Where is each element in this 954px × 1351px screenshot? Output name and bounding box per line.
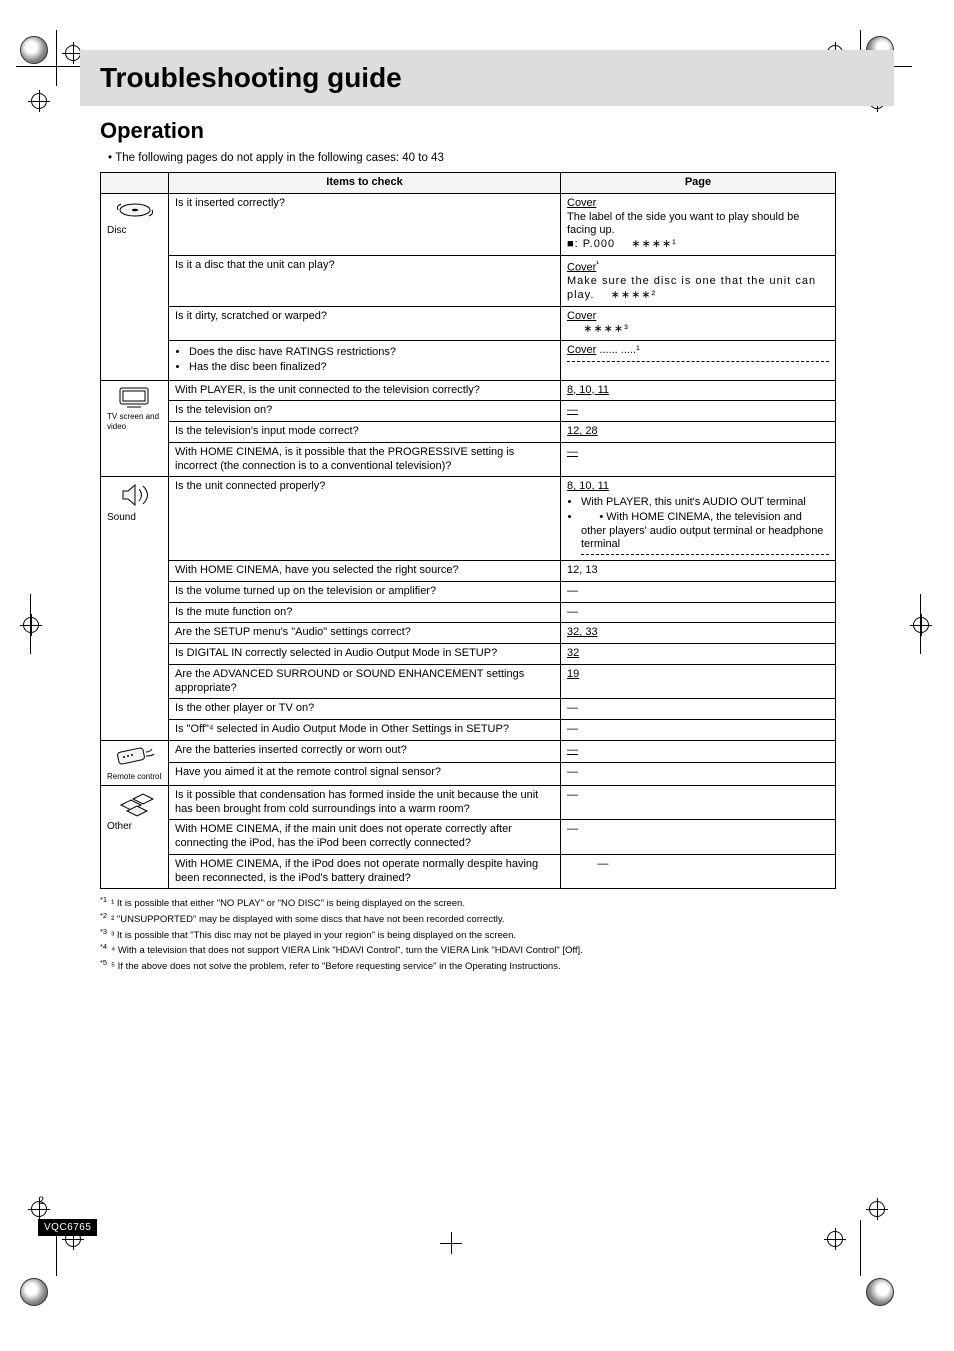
category-sound-label: Sound [107, 512, 162, 525]
hairline-tl-h [16, 66, 86, 67]
section-subtitle: Operation [100, 118, 874, 144]
footnote-text: ⁵ If the above does not solve the proble… [111, 961, 561, 972]
col-header-page: Page [561, 173, 836, 194]
hairline-tl-v [56, 30, 57, 86]
table-cell-page: — [561, 820, 836, 855]
reg-mark-tl2 [28, 90, 50, 112]
table-cell-page: Cover ...... .....¹ [561, 341, 836, 381]
lead-note-text: The following pages do not apply in the … [115, 152, 444, 164]
table-cell-page: 32 [561, 644, 836, 665]
table-cell-page: — [561, 442, 836, 477]
sheet-label: VQC6765 [38, 1219, 97, 1236]
table-cell-page: 32, 33 [561, 623, 836, 644]
category-tv-label: TV screen and video [107, 412, 162, 432]
category-disc-label: Disc [107, 225, 162, 238]
table-cell-item: With HOME CINEMA, if the main unit does … [169, 820, 561, 855]
troubleshooting-table: Items to check Page Disc Is it inserted … [100, 172, 836, 889]
table-cell-page: — [561, 720, 836, 741]
category-remote-cell: Remote control [101, 740, 169, 785]
table-cell-page: — [561, 854, 836, 889]
table-cell-page: — [561, 602, 836, 623]
table-cell-page: Cover The label of the side you want to … [561, 193, 836, 255]
table-cell-page: 12, 13 [561, 561, 836, 582]
table-cell-item: Are the batteries inserted correctly or … [169, 740, 561, 763]
table-cell-item: Are the SETUP menu's "Audio" settings co… [169, 623, 561, 644]
page-number: 2 [38, 1195, 44, 1207]
category-other-cell: Other [101, 785, 169, 889]
print-corner-tl [20, 36, 48, 64]
table-cell-item: Is the other player or TV on? [169, 699, 561, 720]
table-cell-page: Cover¹ Make sure the disc is one that th… [561, 255, 836, 306]
table-cell-item: Is the mute function on? [169, 602, 561, 623]
table-cell-page: — [561, 401, 836, 422]
table-cell-item: Is it a disc that the unit can play? [169, 255, 561, 306]
table-cell-page: 8, 10, 11 [561, 380, 836, 401]
table-cell-item: Is it possible that condensation has for… [169, 785, 561, 820]
list-item: Has the disc been finalized? [189, 361, 554, 375]
reg-mark-ml [20, 614, 42, 636]
category-other-label: Other [107, 821, 162, 834]
tv-icon [115, 384, 155, 410]
remote-icon [114, 744, 156, 770]
table-cell-item: Is the unit connected properly? [169, 477, 561, 561]
table-cell-item: With PLAYER, is the unit connected to th… [169, 380, 561, 401]
table-cell-page: — [561, 763, 836, 786]
table-cell-item: Is the television on? [169, 401, 561, 422]
table-cell-page: — [561, 740, 836, 763]
reg-mark-mr [910, 614, 932, 636]
footnote-text: ⁴ With a television that does not suppor… [111, 945, 583, 956]
footnote-text: ¹ It is possible that either "NO PLAY" o… [111, 899, 465, 910]
list-item: • With HOME CINEMA, the television and o… [581, 511, 829, 555]
table-cell-item: Is "Off"⁴ selected in Audio Output Mode … [169, 720, 561, 741]
footnotes: *1¹ It is possible that either "NO PLAY"… [100, 895, 874, 972]
blocks-icon [115, 789, 155, 819]
table-cell-page: 12, 28 [561, 422, 836, 443]
table-cell-item: Is the television's input mode correct? [169, 422, 561, 443]
hairline-mr [920, 594, 921, 654]
table-cell-item: Is it dirty, scratched or warped? [169, 306, 561, 341]
table-cell-item: Have you aimed it at the remote control … [169, 763, 561, 786]
category-disc-cell: Disc [101, 193, 169, 380]
table-cell-page: 8, 10, 11 With PLAYER, this unit's AUDIO… [561, 477, 836, 561]
table-cell-item: Is it inserted correctly? [169, 193, 561, 255]
footnote-text: ² "UNSUPPORTED" may be displayed with so… [111, 914, 504, 925]
table-cell-item: Are the ADVANCED SURROUND or SOUND ENHAN… [169, 664, 561, 699]
table-cell-item: Is DIGITAL IN correctly selected in Audi… [169, 644, 561, 665]
table-cell-item: Is the volume turned up on the televisio… [169, 581, 561, 602]
category-remote-label: Remote control [107, 772, 162, 782]
print-corner-br [866, 1278, 894, 1306]
table-cell-item: With HOME CINEMA, have you selected the … [169, 561, 561, 582]
table-cell-page: — [561, 785, 836, 820]
table-cell-page: Cover ∗∗∗∗³ [561, 306, 836, 341]
list-item: With PLAYER, this unit's AUDIO OUT termi… [581, 496, 829, 510]
footnote-text: ³ It is possible that "This disc may not… [111, 930, 516, 941]
table-cell-item: Does the disc have RATINGS restrictions?… [169, 341, 561, 381]
title-bar: Troubleshooting guide [80, 50, 894, 106]
table-cell-page: — [561, 699, 836, 720]
col-header-blank [101, 173, 169, 194]
lead-note: • The following pages do not apply in th… [108, 152, 874, 164]
print-corner-bl [20, 1278, 48, 1306]
category-tv-cell: TV screen and video [101, 380, 169, 477]
category-sound-cell: Sound [101, 477, 169, 741]
table-cell-item: With HOME CINEMA, if the iPod does not o… [169, 854, 561, 889]
table-cell-page: — [561, 581, 836, 602]
table-cell-page: 19 [561, 664, 836, 699]
disc-icon [115, 197, 155, 223]
table-cell-item: With HOME CINEMA, is it possible that th… [169, 442, 561, 477]
list-item: Does the disc have RATINGS restrictions? [189, 346, 554, 360]
col-header-items: Items to check [169, 173, 561, 194]
page-title: Troubleshooting guide [100, 62, 402, 94]
hairline-ml [30, 594, 31, 654]
speaker-icon [115, 480, 155, 510]
